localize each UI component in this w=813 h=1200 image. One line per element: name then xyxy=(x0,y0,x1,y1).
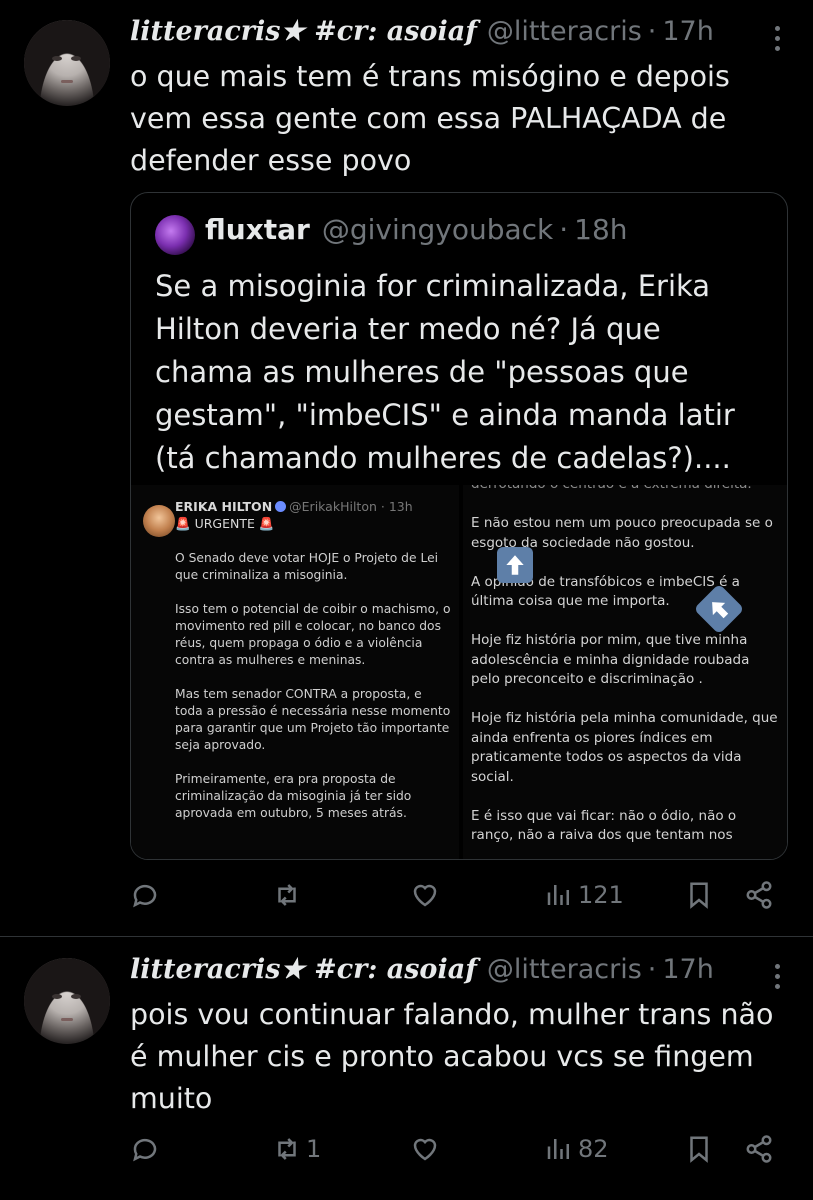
bookmark-button[interactable] xyxy=(684,1134,714,1164)
media-paragraph: Hoje fiz história pela minha comunidade,… xyxy=(471,710,778,785)
tweet-text: o que mais tem é trans misógino e depois… xyxy=(130,60,730,177)
retweet-icon xyxy=(278,1138,296,1160)
tweet-actions: 121 xyxy=(130,880,790,920)
tweet[interactable]: litteracris★ #cr: asoiaf @litteracris · … xyxy=(0,0,813,937)
display-name[interactable]: litteracris★ #cr: asoiaf xyxy=(130,16,477,47)
views-icon xyxy=(547,885,569,905)
avatar[interactable] xyxy=(24,958,110,1044)
reply-button[interactable] xyxy=(130,1134,164,1164)
like-button[interactable] xyxy=(410,880,444,910)
avatar-eye xyxy=(71,56,81,61)
media-paragraph: O Senado deve votar HOJE o Projeto de Le… xyxy=(175,551,439,582)
views-icon xyxy=(547,1139,569,1159)
quoted-text: Se a misoginia for criminalizada, Erika … xyxy=(155,269,735,475)
views-button[interactable]: 121 xyxy=(544,880,624,910)
siren-icon: 🚨 xyxy=(258,516,275,531)
retweet-count: 1 xyxy=(306,1135,322,1163)
share-button[interactable] xyxy=(744,1134,774,1164)
media-paragraph: Mas tem senador CONTRA a proposta, e tod… xyxy=(175,687,451,752)
avatar-eye xyxy=(71,994,81,999)
media-paragraph: Hoje fiz história por mim, que tive minh… xyxy=(471,632,750,687)
tweet-text: pois vou continuar falando, mulher trans… xyxy=(130,998,774,1115)
views-count: 82 xyxy=(578,1135,609,1163)
display-name[interactable]: litteracris★ #cr: asoiaf xyxy=(130,954,477,985)
quoted-media[interactable]: ERIKA HILTON @ErikakHilton · 13h 🚨 URGENT… xyxy=(131,485,787,859)
share-icon xyxy=(746,1135,772,1163)
user-handle[interactable]: @litteracris xyxy=(487,954,642,985)
media-paragraph: Isso tem o potencial de coibir o machism… xyxy=(175,602,451,667)
media-paragraph: E é isso que vai ficar: não o ódio, não … xyxy=(471,807,737,844)
tweet-header: litteracris★ #cr: asoiaf @litteracris · … xyxy=(130,16,714,47)
retweet-icon xyxy=(278,884,296,906)
separator: · xyxy=(647,16,657,47)
reply-button[interactable] xyxy=(130,880,164,910)
media-cut-line: derrotando o centrão e a extrema direita… xyxy=(471,485,781,495)
like-button[interactable] xyxy=(410,1134,444,1164)
retweet-button[interactable] xyxy=(272,880,306,910)
bookmark-icon xyxy=(690,1136,708,1163)
more-icon[interactable] xyxy=(775,26,781,51)
avatar-eye xyxy=(52,994,62,999)
media-handle: @ErikakHilton · 13h xyxy=(289,499,413,514)
retweet-button[interactable]: 1 xyxy=(272,1134,321,1164)
separator: · xyxy=(559,213,569,246)
reply-icon xyxy=(133,1138,157,1162)
timestamp[interactable]: 17h xyxy=(662,16,713,47)
quoted-avatar[interactable] xyxy=(155,215,195,255)
avatar-hair xyxy=(24,20,110,106)
avatar[interactable] xyxy=(24,20,110,106)
bookmark-button[interactable] xyxy=(684,880,714,910)
user-handle[interactable]: @litteracris xyxy=(487,16,642,47)
quoted-header: fluxtar @givingyouback · 18h xyxy=(205,213,628,246)
timestamp[interactable]: 17h xyxy=(662,954,713,985)
quoted-handle[interactable]: @givingyouback xyxy=(322,213,553,246)
share-button[interactable] xyxy=(744,880,774,910)
media-image-right[interactable]: derrotando o centrão e a extrema direita… xyxy=(463,485,787,859)
avatar-mouth xyxy=(61,1018,73,1021)
media-avatar xyxy=(143,505,175,537)
media-urgent: 🚨 URGENTE 🚨 xyxy=(175,516,274,532)
avatar-mouth xyxy=(61,80,73,83)
media-body: derrotando o centrão e a extrema direita… xyxy=(471,485,781,859)
media-body: O Senado deve votar HOJE o Projeto de Le… xyxy=(175,550,451,839)
like-icon xyxy=(413,884,437,907)
siren-icon: 🚨 xyxy=(175,516,191,531)
bookmark-icon xyxy=(690,882,708,909)
avatar-hair xyxy=(24,958,110,1044)
quoted-display-name[interactable]: fluxtar xyxy=(205,213,310,246)
arrow-up-icon xyxy=(497,547,533,583)
media-name: ERIKA HILTON xyxy=(175,499,273,514)
views-button[interactable]: 82 xyxy=(544,1134,609,1164)
tweet-header: litteracris★ #cr: asoiaf @litteracris · … xyxy=(130,954,714,985)
quoted-tweet[interactable]: fluxtar @givingyouback · 18h Se a misogi… xyxy=(130,192,788,860)
verified-icon xyxy=(275,501,287,512)
quoted-timestamp[interactable]: 18h xyxy=(574,213,627,246)
media-image-left[interactable]: ERIKA HILTON @ErikakHilton · 13h 🚨 URGENT… xyxy=(131,485,459,859)
views-count: 121 xyxy=(578,881,624,909)
share-icon xyxy=(746,881,772,909)
media-paragraph: Primeiramente, era pra proposta de crimi… xyxy=(175,772,412,820)
tweet-actions: 1 82 xyxy=(130,1134,790,1174)
separator: · xyxy=(647,954,657,985)
more-icon[interactable] xyxy=(775,964,781,989)
avatar-eye xyxy=(52,56,62,61)
media-header: ERIKA HILTON @ErikakHilton · 13h xyxy=(175,499,413,514)
reply-icon xyxy=(133,884,157,908)
urgent-label: URGENTE xyxy=(194,516,255,531)
like-icon xyxy=(413,1138,437,1161)
tweet[interactable]: litteracris★ #cr: asoiaf @litteracris · … xyxy=(0,938,813,1200)
